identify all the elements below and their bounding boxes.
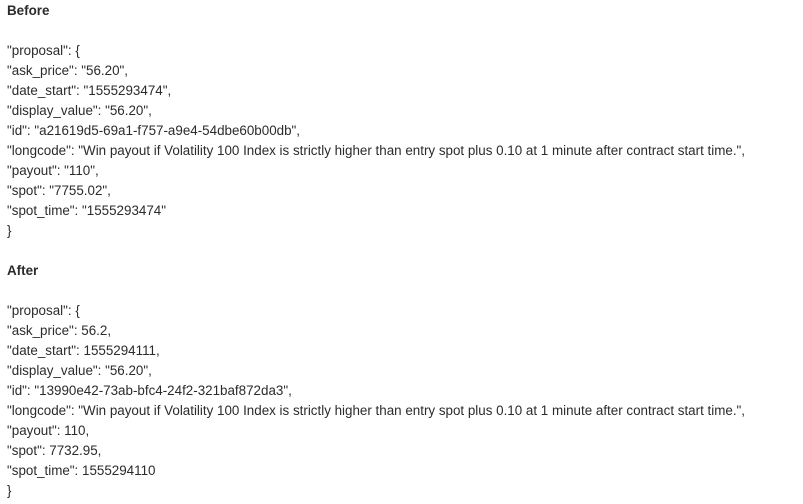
json-line: } [7, 223, 12, 238]
json-line: "proposal": { [7, 43, 80, 58]
json-line: "payout": "110", [7, 163, 99, 178]
after-heading: After [7, 263, 39, 278]
before-section: Before "proposal": { "ask_price": "56.20… [7, 1, 801, 241]
json-line: "date_start": "1555293474", [7, 83, 172, 98]
json-line: "spot": 7732.95, [7, 443, 102, 458]
json-line: "ask_price": "56.20", [7, 63, 128, 78]
json-line: "display_value": "56.20", [7, 103, 152, 118]
json-line: "proposal": { [7, 303, 80, 318]
json-line: "spot_time": 1555294110 [7, 463, 156, 478]
json-line: "id": "a21619d5-69a1-f757-a9e4-54dbe60b0… [7, 123, 301, 138]
json-line: "spot_time": "1555293474" [7, 203, 166, 218]
document: Before "proposal": { "ask_price": "56.20… [7, 1, 801, 501]
before-heading: Before [7, 3, 50, 18]
after-section: After "proposal": { "ask_price": 56.2, "… [7, 261, 801, 501]
json-line: "ask_price": 56.2, [7, 323, 112, 338]
json-line: "longcode": "Win payout if Volatility 10… [7, 143, 746, 158]
json-line: "payout": 110, [7, 423, 90, 438]
json-line: "spot": "7755.02", [7, 183, 111, 198]
json-line: "date_start": 1555294111, [7, 343, 160, 358]
json-line: "id": "13990e42-73ab-bfc4-24f2-321baf872… [7, 383, 292, 398]
json-line: } [7, 483, 12, 498]
json-line: "display_value": "56.20", [7, 363, 152, 378]
json-line: "longcode": "Win payout if Volatility 10… [7, 403, 746, 418]
